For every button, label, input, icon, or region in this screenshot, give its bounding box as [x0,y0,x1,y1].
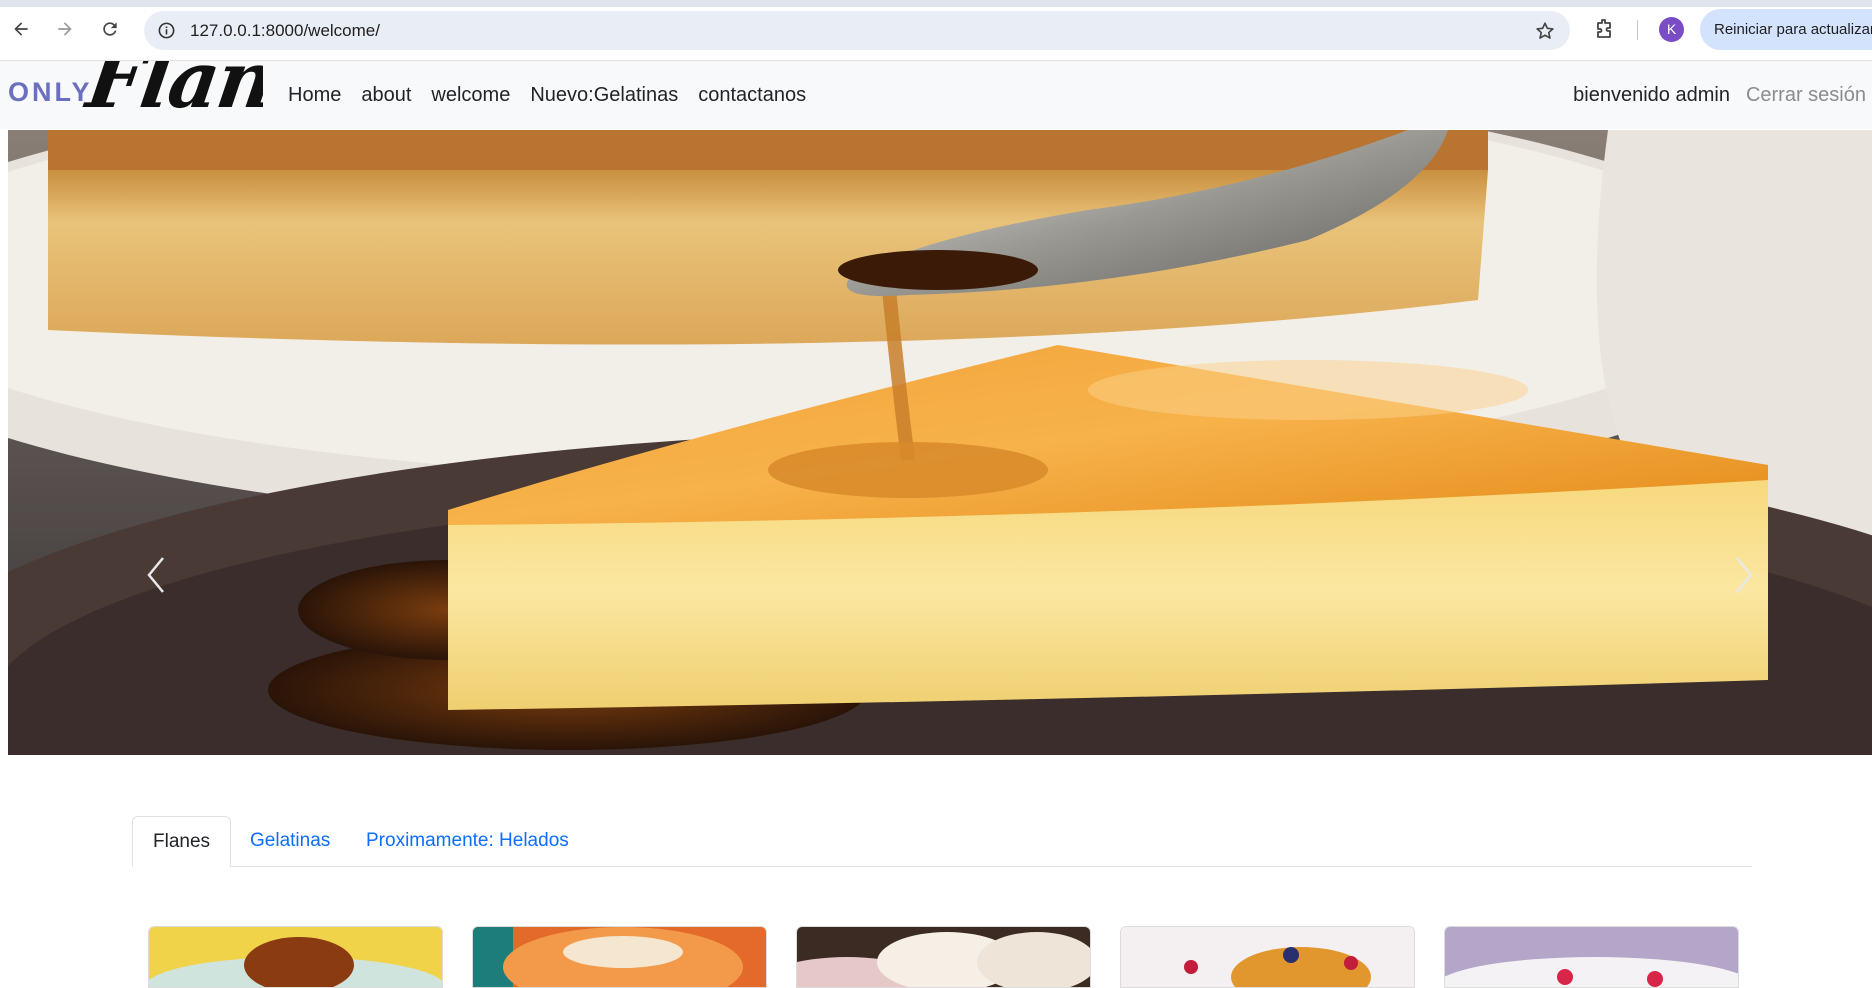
tab-gelatinas[interactable]: Gelatinas [230,816,350,866]
reload-icon [103,22,117,36]
tab-strip-edge [0,0,1872,7]
site-navbar: ONLY Flans Home about welcome Nuevo:Gela… [0,61,1872,129]
restart-to-update-button[interactable]: Reiniciar para actualizar [1700,9,1872,50]
product-card[interactable] [148,926,443,988]
extensions-puzzle-icon[interactable] [1592,17,1616,41]
toolbar-separator [1637,20,1638,40]
product-card[interactable] [796,926,1091,988]
url-text[interactable]: 127.0.0.1:8000/welcome/ [190,11,380,50]
reload-button[interactable] [95,14,125,44]
chevron-right-icon [1736,557,1753,593]
product-card[interactable] [472,926,767,988]
product-image [797,927,1090,987]
restart-to-update-label: Reiniciar para actualizar [1714,21,1872,38]
nav-link-contactanos[interactable]: contactanos [698,84,806,107]
product-image [473,927,766,987]
tab-flanes[interactable]: Flanes [132,816,232,867]
nav-link-about[interactable]: about [361,84,411,107]
product-image [149,927,442,987]
nav-link-home[interactable]: Home [288,84,341,107]
tab-proximamente-helados[interactable]: Proximamente: Helados [346,816,589,866]
forward-button[interactable] [50,14,80,44]
arrow-left-icon [14,22,28,36]
brand-logo[interactable]: ONLY Flans [8,61,263,129]
back-button[interactable] [6,14,36,44]
browser-toolbar: 127.0.0.1:8000/welcome/ K Reiniciar para… [0,0,1872,61]
address-bar[interactable]: 127.0.0.1:8000/welcome/ [144,11,1570,50]
chevron-left-icon [147,557,164,593]
nav-links: Home about welcome Nuevo:Gelatinas conta… [288,61,826,129]
product-image [1121,927,1414,987]
profile-avatar[interactable]: K [1659,17,1684,42]
user-area: bienvenido admin Cerrar sesión [1573,61,1872,129]
product-card[interactable] [1444,926,1739,988]
brand-only-text: ONLY [8,77,93,107]
carousel-prev-button[interactable] [136,540,176,610]
category-tabs: Flanes Gelatinas Proximamente: Helados [132,816,1752,867]
hero-carousel [8,130,1872,755]
site-info-icon[interactable] [157,21,176,40]
nav-link-gelatinas[interactable]: Nuevo:Gelatinas [530,84,678,107]
carousel-next-button[interactable] [1724,540,1764,610]
product-card[interactable] [1120,926,1415,988]
carousel-image [8,130,1872,755]
arrow-right-icon [58,22,72,36]
logout-link[interactable]: Cerrar sesión [1746,84,1866,107]
user-greeting: bienvenido admin [1573,83,1730,106]
product-image [1445,927,1738,987]
brand-flans-text: Flans [81,61,263,126]
bookmark-star-icon[interactable] [1534,20,1556,42]
nav-link-welcome[interactable]: welcome [431,84,510,107]
